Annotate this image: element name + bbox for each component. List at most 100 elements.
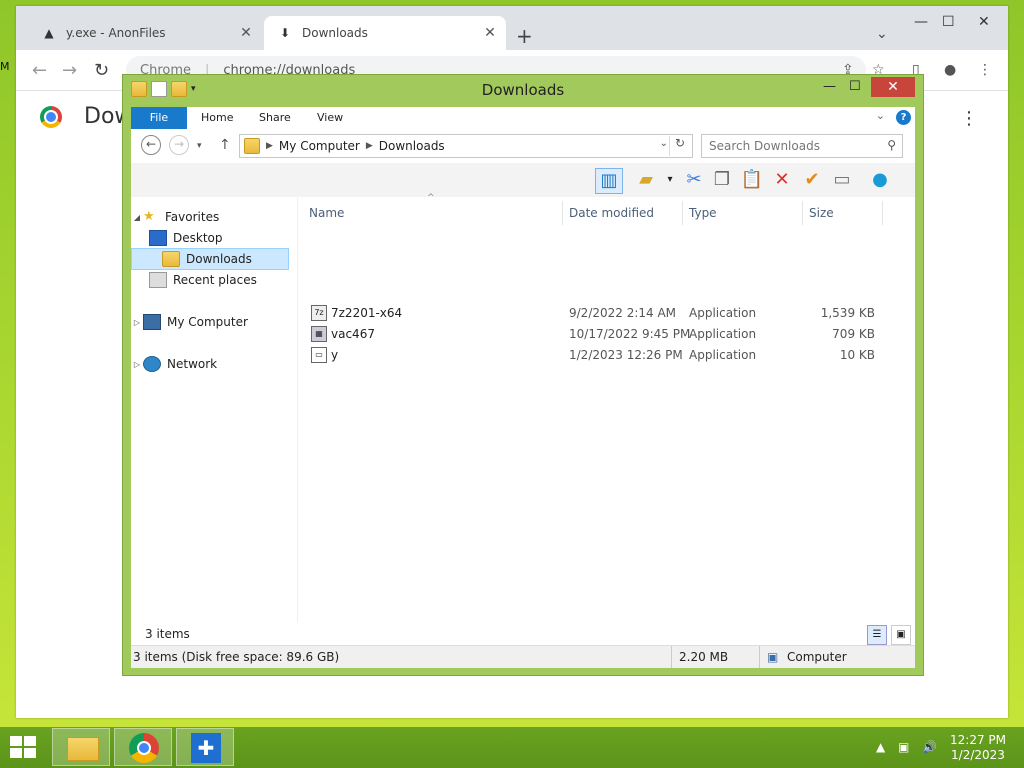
network-icon — [143, 356, 161, 372]
ribbon-tab-share[interactable]: Share — [259, 107, 291, 129]
new-tab-button[interactable]: + — [516, 24, 533, 48]
tab-close-icon[interactable]: ✕ — [236, 25, 256, 41]
file-date: 10/17/2022 9:45 PM — [569, 327, 691, 341]
shield-icon: ✚ — [191, 733, 221, 763]
explorer-close-button[interactable]: ✕ — [871, 77, 915, 97]
forward-icon[interactable]: → — [62, 60, 77, 81]
recent-places-icon — [149, 272, 167, 288]
tab-downloads[interactable]: ⬇ Downloads ✕ — [264, 16, 506, 50]
network-globe-icon[interactable]: ● — [867, 168, 893, 192]
select-check-icon[interactable]: ✔ — [799, 168, 825, 192]
downloads-folder-icon — [244, 138, 260, 154]
tab-label: Downloads — [302, 26, 368, 40]
nav-downloads[interactable]: Downloads — [131, 248, 289, 270]
taskbar-file-explorer[interactable] — [52, 728, 110, 766]
address-field[interactable]: ▶ My Computer ▶ Downloads ⌄ ↻ — [239, 134, 693, 158]
show-hidden-icons-icon[interactable]: ▲ — [876, 740, 885, 754]
column-header-type[interactable]: Type — [683, 201, 803, 225]
large-icons-view-icon[interactable]: ▣ — [891, 625, 911, 645]
network-tray-icon[interactable]: ▣ — [898, 740, 909, 754]
expand-arrow-icon[interactable]: ▷ — [131, 360, 143, 369]
nav-label: My Computer — [167, 315, 248, 329]
status-disk-space: 3 items (Disk free space: 89.6 GB) — [133, 650, 340, 664]
address-bar-row: ← → ▾ ↑ ▶ My Computer ▶ Downloads ⌄ ↻ Se… — [131, 129, 915, 163]
tab-anonfiles[interactable]: ▲ y.exe - AnonFiles ✕ — [28, 16, 262, 50]
breadcrumb-downloads[interactable]: Downloads — [379, 139, 445, 153]
windows-start-button[interactable] — [10, 736, 38, 760]
maximize-icon[interactable]: ☐ — [942, 14, 955, 30]
ribbon-expand-icon[interactable]: ⌄ — [876, 109, 885, 122]
explorer-titlebar: ▾ Downloads — ☐ ✕ — [123, 75, 923, 105]
explorer-title: Downloads — [481, 81, 565, 99]
preview-pane-icon[interactable]: ▥ — [595, 168, 623, 194]
column-header-date-modified[interactable]: Date modified — [563, 201, 683, 225]
file-row[interactable]: ▦ vac467 10/17/2022 9:45 PM Application … — [305, 324, 895, 344]
breadcrumb-separator-icon[interactable]: ▶ — [266, 141, 273, 151]
desktop-icon — [149, 230, 167, 246]
back-icon[interactable]: ← — [141, 135, 161, 155]
file-date: 9/2/2022 2:14 AM — [569, 306, 677, 320]
chrome-logo-icon — [40, 106, 62, 128]
nav-recent-places[interactable]: Recent places — [149, 270, 305, 290]
options-dropdown-icon[interactable]: ▾ — [657, 168, 683, 192]
breadcrumb-separator-icon[interactable]: ▶ — [366, 141, 373, 151]
command-bar: ▥ ▰ ▾ ✂ ❐ 📋 ✕ ✔ ▭ ● — [131, 163, 915, 197]
system-clock[interactable]: 12:27 PM 1/2/2023 — [950, 733, 1006, 763]
breadcrumb-my-computer[interactable]: My Computer — [279, 139, 360, 153]
folder-options-icon[interactable]: ▰ — [633, 168, 659, 192]
file-row[interactable]: ▭ y 1/2/2023 12:26 PM Application 10 KB — [305, 345, 895, 365]
up-icon[interactable]: ↑ — [219, 137, 231, 153]
cut-icon[interactable]: ✂ — [681, 168, 707, 192]
tab-strip: ▲ y.exe - AnonFiles ✕ ⬇ Downloads ✕ + ⌄ … — [16, 6, 1008, 50]
search-icon: ⚲ — [887, 138, 896, 152]
file-date: 1/2/2023 12:26 PM — [569, 348, 683, 362]
expand-arrow-icon[interactable]: ▷ — [131, 318, 143, 327]
explorer-maximize-icon[interactable]: ☐ — [849, 79, 861, 99]
copy-icon[interactable]: ❐ — [709, 168, 735, 192]
close-icon[interactable]: ✕ — [978, 14, 990, 30]
nav-favorites[interactable]: ◢ ★ Favorites — [131, 207, 287, 227]
volume-icon[interactable]: 🔊 — [922, 740, 937, 754]
taskbar-chrome[interactable] — [114, 728, 172, 766]
page-menu-icon[interactable]: ⋮ — [960, 108, 978, 129]
details-view-icon[interactable]: ☰ — [867, 625, 887, 645]
file-name: y — [331, 348, 339, 362]
paste-icon[interactable]: 📋 — [739, 168, 765, 192]
nav-desktop[interactable]: Desktop — [149, 228, 305, 248]
reload-icon[interactable]: ↻ — [94, 60, 109, 81]
ribbon-tab-view[interactable]: View — [317, 107, 343, 129]
nav-label: Network — [167, 357, 218, 371]
taskbar: ✚ ▲ ▣ 🔊 12:27 PM 1/2/2023 — [0, 727, 1024, 768]
nav-network[interactable]: ▷ Network — [131, 354, 287, 374]
back-icon[interactable]: ← — [32, 60, 47, 81]
rename-icon[interactable]: ▭ — [829, 168, 855, 192]
collapse-arrow-icon[interactable]: ◢ — [131, 213, 143, 222]
address-dropdown-icon[interactable]: ⌄ — [660, 138, 668, 149]
column-header-size[interactable]: Size — [803, 201, 883, 225]
nav-label: Desktop — [173, 231, 223, 245]
clock-date: 1/2/2023 — [951, 748, 1005, 762]
taskbar-defender[interactable]: ✚ — [176, 728, 234, 766]
vac-app-icon: ▦ — [311, 326, 327, 342]
column-header-name[interactable]: Name — [303, 201, 563, 225]
ribbon-tab-file[interactable]: File — [131, 107, 187, 129]
file-row[interactable]: 7z 7z2201-x64 9/2/2022 2:14 AM Applicati… — [305, 303, 895, 323]
refresh-icon[interactable]: ↻ — [669, 136, 690, 156]
chrome-menu-icon[interactable]: ⋮ — [978, 62, 992, 78]
minimize-icon[interactable]: — — [914, 14, 928, 30]
forward-icon[interactable]: → — [169, 135, 189, 155]
ribbon-tab-home[interactable]: Home — [201, 107, 233, 129]
recent-locations-icon[interactable]: ▾ — [197, 141, 202, 151]
explorer-minimize-icon[interactable]: — — [823, 79, 836, 99]
tab-close-icon[interactable]: ✕ — [480, 25, 500, 41]
tab-search-chevron-icon[interactable]: ⌄ — [876, 26, 888, 42]
nav-my-computer[interactable]: ▷ My Computer — [131, 312, 287, 332]
delete-icon[interactable]: ✕ — [769, 168, 795, 192]
downloads-folder-icon — [162, 251, 180, 267]
help-icon[interactable]: ? — [896, 110, 911, 125]
profile-avatar-icon[interactable]: ● — [944, 62, 956, 78]
ribbon-tabs: File Home Share View ⌄ ? — [131, 107, 915, 129]
item-count-row: 3 items ☰ ▣ — [131, 623, 915, 645]
file-type: Application — [689, 348, 757, 362]
search-input[interactable]: Search Downloads ⚲ — [701, 134, 903, 158]
